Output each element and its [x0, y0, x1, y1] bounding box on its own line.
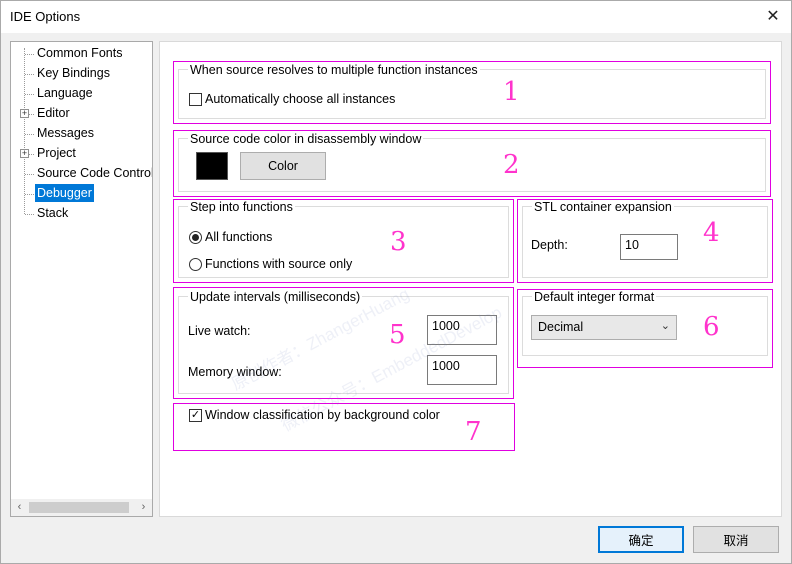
- tree-connector: [25, 194, 34, 195]
- debugger-settings-panel: When source resolves to multiple functio…: [159, 41, 782, 517]
- close-icon[interactable]: ✕: [759, 3, 787, 29]
- tree-item-debugger[interactable]: Debugger: [35, 184, 94, 202]
- annotation-number-4: 4: [703, 218, 720, 248]
- tree-connector: [25, 214, 34, 215]
- category-tree: Common Fonts Key Bindings Language + Edi…: [10, 41, 153, 517]
- tree-item-key-bindings[interactable]: Key Bindings: [35, 64, 112, 82]
- tree-item-stack[interactable]: Stack: [35, 204, 70, 222]
- tree-item-messages[interactable]: Messages: [35, 124, 96, 142]
- tree-connector: [25, 174, 34, 175]
- step-into-title: Step into functions: [188, 200, 295, 214]
- live-watch-label: Live watch:: [188, 324, 251, 338]
- window-title: IDE Options: [10, 9, 81, 24]
- expand-icon[interactable]: +: [20, 109, 29, 118]
- annotation-number-7: 7: [465, 417, 482, 447]
- live-watch-input[interactable]: 1000: [427, 315, 497, 345]
- tree-horizontal-scrollbar[interactable]: ‹ ›: [11, 499, 152, 516]
- auto-choose-instances-checkbox[interactable]: [189, 93, 202, 106]
- title-bar: IDE Options ✕: [1, 1, 791, 33]
- annotation-number-3: 3: [390, 227, 407, 257]
- ok-button[interactable]: 确定: [598, 526, 684, 553]
- scroll-right-icon[interactable]: ›: [135, 499, 152, 516]
- tree-item-language[interactable]: Language: [35, 84, 95, 102]
- integer-format-value: Decimal: [538, 320, 584, 334]
- all-functions-radio[interactable]: [189, 231, 202, 244]
- update-intervals-title: Update intervals (milliseconds): [188, 290, 363, 304]
- chevron-down-icon: ⌄: [660, 320, 670, 332]
- tree-connector: [25, 94, 34, 95]
- integer-format-title: Default integer format: [532, 290, 657, 304]
- all-functions-label[interactable]: All functions: [205, 230, 272, 244]
- tree-connector: [25, 74, 34, 75]
- tree-viewport: Common Fonts Key Bindings Language + Edi…: [11, 42, 152, 500]
- annotation-number-2: 2: [503, 150, 520, 180]
- tree-item-source-code-control[interactable]: Source Code Control: [35, 164, 152, 182]
- depth-input[interactable]: 10: [620, 234, 678, 260]
- auto-choose-instances-label[interactable]: Automatically choose all instances: [205, 92, 395, 106]
- annotation-number-6: 6: [703, 312, 720, 342]
- color-button[interactable]: Color: [240, 152, 326, 180]
- tree-connector: [25, 134, 34, 135]
- tree-guide-line: [24, 48, 25, 214]
- tree-item-editor[interactable]: Editor: [35, 104, 72, 122]
- window-classification-label[interactable]: Window classification by background colo…: [205, 408, 440, 422]
- tree-connector: [25, 54, 34, 55]
- color-swatch[interactable]: [196, 152, 228, 180]
- depth-label: Depth:: [531, 238, 568, 252]
- ide-options-window: IDE Options ✕ Common Fonts Key Bindings …: [0, 0, 792, 564]
- memory-window-input[interactable]: 1000: [427, 355, 497, 385]
- source-color-title: Source code color in disassembly window: [188, 132, 424, 146]
- scrollbar-thumb[interactable]: [29, 502, 129, 513]
- tree-item-project[interactable]: Project: [35, 144, 78, 162]
- cancel-button[interactable]: 取消: [693, 526, 779, 553]
- scroll-left-icon[interactable]: ‹: [11, 499, 28, 516]
- source-only-label[interactable]: Functions with source only: [205, 257, 352, 271]
- memory-window-label: Memory window:: [188, 365, 282, 379]
- annotation-number-5: 5: [389, 320, 406, 350]
- tree-item-common-fonts[interactable]: Common Fonts: [35, 44, 124, 62]
- source-only-radio[interactable]: [189, 258, 202, 271]
- window-classification-checkbox[interactable]: ✓: [189, 409, 202, 422]
- expand-icon[interactable]: +: [20, 149, 29, 158]
- stl-expansion-title: STL container expansion: [532, 200, 674, 214]
- integer-format-select[interactable]: Decimal ⌄: [531, 315, 677, 340]
- annotation-number-1: 1: [503, 77, 520, 107]
- multi-instances-title: When source resolves to multiple functio…: [188, 63, 480, 77]
